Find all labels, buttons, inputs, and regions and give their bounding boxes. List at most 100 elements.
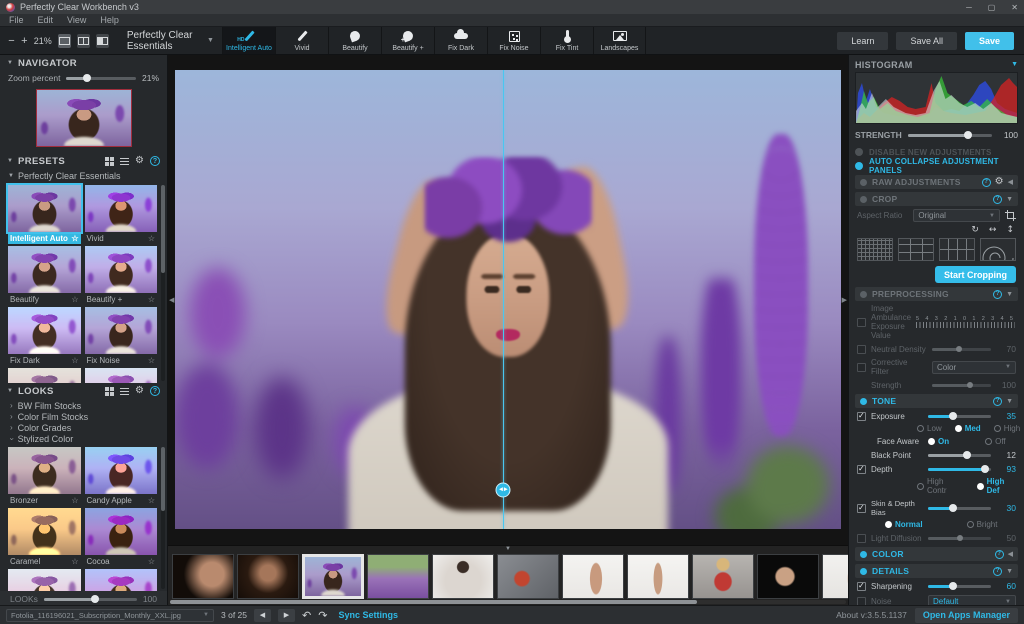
radio-exposure-high[interactable]: High	[994, 424, 1020, 433]
filmstrip-scrollbar[interactable]	[170, 600, 846, 604]
exposure-checkbox[interactable]	[857, 412, 866, 421]
help-icon[interactable]: ?	[993, 567, 1002, 576]
undo-icon[interactable]: ↶	[302, 610, 311, 621]
navigator-thumbnail[interactable]	[36, 89, 132, 147]
presets-scrollbar[interactable]	[161, 185, 165, 381]
favorite-star-icon[interactable]: ☆	[148, 496, 155, 505]
filmstrip-thumb[interactable]	[432, 554, 494, 599]
look-tile-partial[interactable]	[8, 569, 81, 591]
menu-help[interactable]: Help	[93, 15, 126, 25]
looks-scrollbar[interactable]	[161, 447, 165, 589]
preset-tile-partial[interactable]	[85, 368, 158, 383]
filmstrip-thumb-selected[interactable]	[302, 554, 364, 599]
image-canvas[interactable]: ◀ ▶ ◀▶	[168, 55, 848, 545]
crop-icon[interactable]	[1005, 210, 1016, 221]
about-version[interactable]: About v:3.5.5.1137	[836, 610, 907, 620]
filmstrip-thumb[interactable]	[562, 554, 624, 599]
image-ambulance-checkbox[interactable]	[857, 318, 866, 327]
crop-grid-thirds-button[interactable]	[898, 238, 934, 261]
help-icon[interactable]: ?	[993, 195, 1002, 204]
skin-depth-bias-slider[interactable]	[928, 507, 991, 510]
redo-icon[interactable]: ↷	[318, 610, 327, 621]
black-point-slider[interactable]	[928, 454, 991, 457]
tree-item-color-grades[interactable]: ›Color Grades	[0, 422, 167, 433]
noise-checkbox[interactable]	[857, 597, 866, 605]
preset-dropdown[interactable]: Perfectly Clear Essentials ▼	[127, 30, 214, 52]
depth-slider[interactable]	[928, 468, 991, 471]
list-view-icon[interactable]	[120, 158, 129, 165]
tree-item-stylized-color[interactable]: ›Stylized Color	[0, 433, 167, 444]
toolbar-preset-fix-tint[interactable]: Fix Tint	[540, 27, 593, 54]
noise-dropdown[interactable]: Default▼	[928, 595, 1016, 605]
flip-horizontal-icon[interactable]: ↔	[989, 225, 997, 235]
gear-icon[interactable]: ⚙	[995, 177, 1004, 187]
favorite-star-icon[interactable]: ☆	[148, 295, 155, 304]
list-view-icon[interactable]	[120, 388, 129, 395]
collapse-right-panel-icon[interactable]: ▶	[842, 296, 847, 304]
radio-skin-normal[interactable]: Normal	[885, 520, 923, 529]
favorite-star-icon[interactable]: ☆	[148, 234, 155, 243]
view-split-button[interactable]	[77, 34, 90, 48]
exposure-slider[interactable]	[928, 415, 991, 418]
raw-adjustments-header[interactable]: RAW ADJUSTMENTS ?⚙◀	[855, 175, 1018, 189]
photo-preview[interactable]: ◀▶	[175, 70, 841, 529]
look-tile-bronzer[interactable]: Bronzer☆	[8, 447, 81, 506]
preset-tile-vivid[interactable]: Vivid☆	[85, 185, 158, 244]
neutral-density-slider[interactable]	[932, 348, 991, 351]
preset-tile-fix-noise[interactable]: Fix Noise☆	[85, 307, 158, 366]
favorite-star-icon[interactable]: ☆	[71, 295, 78, 304]
help-icon[interactable]: ?	[150, 156, 160, 166]
filmstrip-thumb[interactable]	[822, 554, 848, 599]
collapse-icon[interactable]: ◀	[1008, 178, 1013, 186]
collapse-icon[interactable]: ▼	[1011, 61, 1018, 68]
minimize-icon[interactable]: ─	[966, 3, 972, 12]
filmstrip-thumb[interactable]	[692, 554, 754, 599]
look-tile-partial[interactable]	[85, 569, 158, 591]
favorite-star-icon[interactable]: ☆	[71, 234, 78, 243]
preset-tile-partial[interactable]	[8, 368, 81, 383]
filmstrip-thumb[interactable]	[237, 554, 299, 599]
view-single-button[interactable]	[58, 34, 71, 48]
help-icon[interactable]: ?	[995, 550, 1004, 559]
filename-dropdown[interactable]: Fotolia_116196021_Subscription_Monthly_X…	[6, 609, 214, 622]
color-header[interactable]: COLOR ?◀	[855, 547, 1018, 561]
toolbar-preset-beautify-plus[interactable]: + Beautify +	[381, 27, 434, 54]
radio-exposure-low[interactable]: Low	[917, 424, 942, 433]
before-after-split-line[interactable]	[503, 70, 504, 529]
maximize-icon[interactable]: ▢	[988, 3, 996, 12]
radio-face-aware-off[interactable]: Off	[985, 437, 1006, 446]
preprocessing-strength-slider[interactable]	[932, 384, 991, 387]
filmstrip-thumb[interactable]	[497, 554, 559, 599]
crop-grid-spiral-button[interactable]	[980, 238, 1016, 261]
tree-item-color-film-stocks[interactable]: ›Color Film Stocks	[0, 411, 167, 422]
radio-depth-high-def[interactable]: High Def	[977, 477, 1018, 495]
menu-file[interactable]: File	[2, 15, 31, 25]
radio-depth-high-contrast[interactable]: High Contr	[917, 477, 964, 495]
before-after-split-handle[interactable]: ◀▶	[496, 483, 511, 498]
prev-image-button[interactable]: ◀	[254, 609, 271, 622]
sharpening-checkbox[interactable]	[857, 582, 866, 591]
look-tile-caramel[interactable]: Caramel☆	[8, 508, 81, 567]
depth-checkbox[interactable]	[857, 465, 866, 474]
corrective-filter-dropdown[interactable]: Color▼	[932, 361, 1016, 374]
next-image-button[interactable]: ▶	[278, 609, 295, 622]
preprocessing-header[interactable]: PREPROCESSING ?▼	[855, 287, 1018, 301]
tone-header[interactable]: TONE ?▼	[855, 394, 1018, 408]
save-all-button[interactable]: Save All	[896, 32, 957, 50]
filmstrip-thumb[interactable]	[627, 554, 689, 599]
help-icon[interactable]: ?	[993, 290, 1002, 299]
toggle-auto-collapse-panels[interactable]: AUTO COLLAPSE ADJUSTMENT PANELS	[855, 159, 1018, 173]
corrective-filter-checkbox[interactable]	[857, 363, 866, 372]
navigator-zoom-slider[interactable]	[66, 77, 136, 80]
zoom-in-button[interactable]: +	[21, 35, 28, 47]
grid-view-icon[interactable]	[105, 387, 114, 396]
navigator-header[interactable]: ▼ NAVIGATOR	[0, 55, 167, 71]
looks-header[interactable]: ▼ LOOKS ⚙ ?	[0, 383, 167, 399]
strength-slider[interactable]	[908, 134, 992, 137]
collapse-icon[interactable]: ▼	[1006, 568, 1013, 575]
rotate-icon[interactable]: ↻	[971, 225, 979, 235]
preset-tile-intelligent-auto[interactable]: Intelligent Auto☆	[8, 185, 81, 244]
looks-strength-slider[interactable]	[44, 598, 137, 601]
toolbar-preset-beautify[interactable]: Beautify	[328, 27, 381, 54]
details-header[interactable]: DETAILS ?▼	[855, 564, 1018, 578]
